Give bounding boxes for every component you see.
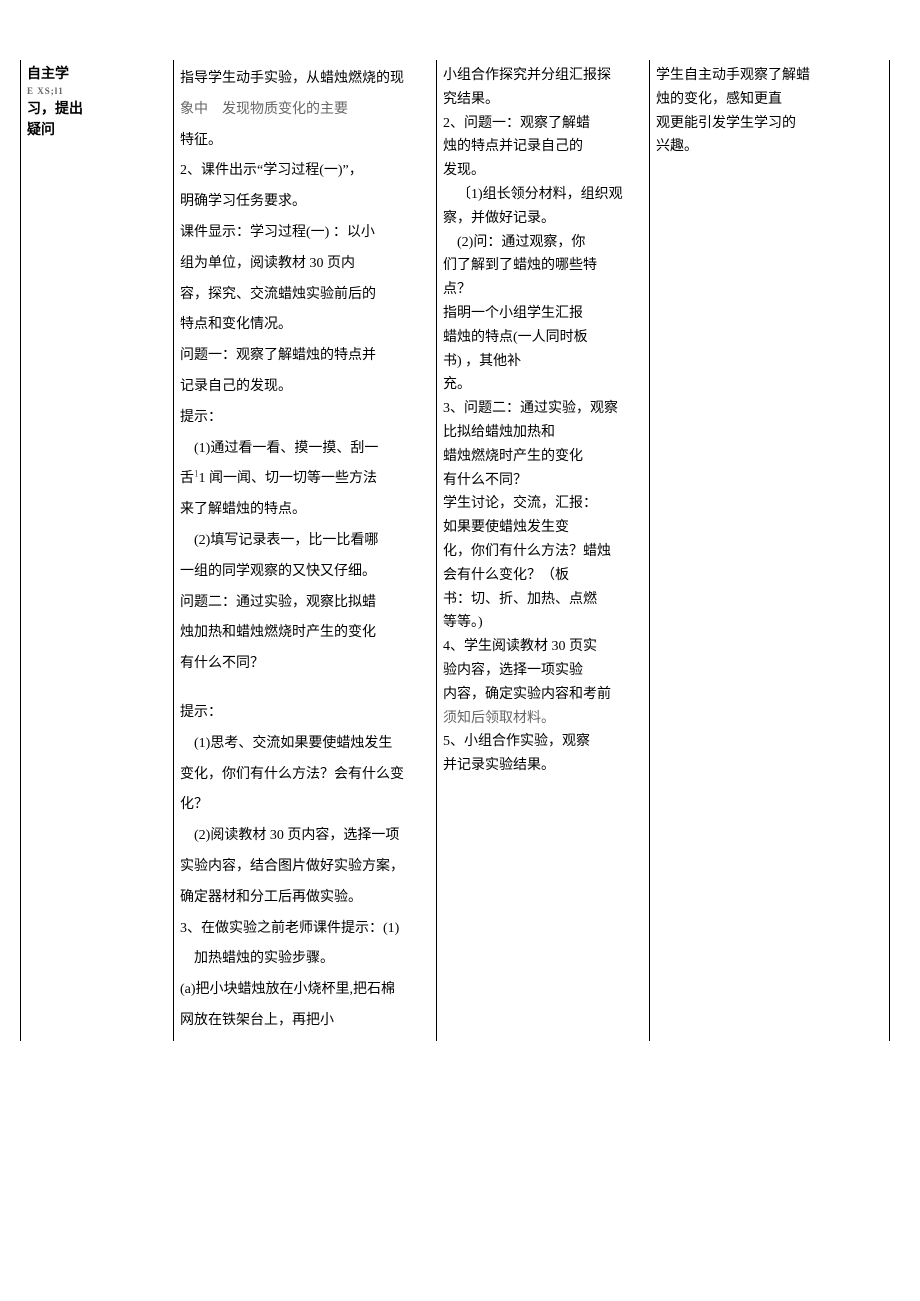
text-line: 3、在做实验之前老师课件提示：(1) [180, 914, 430, 945]
spacer [180, 680, 430, 698]
text-line: 特点和变化情况。 [180, 310, 430, 341]
text-line: 2、问题一：观察了解蜡 [443, 112, 643, 136]
text-line: 变化，你们有什么方法？会有什么变 [180, 760, 430, 791]
student-activity-cell: 小组合作探究并分组汇报探 究结果。 2、问题一：观察了解蜡 烛的特点并记录自己的… [437, 60, 650, 1041]
text-line: 烛的特点并记录自己的 [443, 135, 643, 159]
text-line: 观更能引发学生学习的 [656, 112, 883, 136]
text-line: 小组合作探究并分组汇报探 [443, 64, 643, 88]
text-line: 学生自主动手观察了解蜡 [656, 64, 883, 88]
text-line: 舌11 闻一闻、切一切等一些方法 [180, 464, 430, 495]
text-line: 发现。 [443, 159, 643, 183]
text-line: 课件显示：学习过程(一) ：以小 [180, 218, 430, 249]
text-line: 3、问题二：通过实验，观察 [443, 397, 643, 421]
design-intent-cell: 学生自主动手观察了解蜡 烛的变化，感知更直 观更能引发学生学习的 兴趣。 [650, 60, 890, 1041]
text-line: 2、课件出示“学习过程(一)”， [180, 156, 430, 187]
text-line: (a)把小块蜡烛放在小烧杯里,把石棉 [180, 975, 430, 1006]
text-line: 容，探究、交流蜡烛实验前后的 [180, 280, 430, 311]
text-line: 化？ [180, 790, 430, 821]
text-line: 验内容，选择一项实验 [443, 659, 643, 683]
text-line: 特征。 [180, 126, 430, 157]
text-line: 加热蜡烛的实验步骤。 [180, 944, 430, 975]
text-line: 来了解蜡烛的特点。 [180, 495, 430, 526]
label-line-3: 疑问 [27, 120, 167, 141]
text-line: 书) ，其他补 [443, 350, 643, 374]
text-line: (2)阅读教材 30 页内容，选择一项 [180, 821, 430, 852]
text-line: 烛加热和蜡烛燃烧时产生的变化 [180, 618, 430, 649]
label-tiny-note: E XS;l1 [27, 85, 167, 99]
table-row: 自主学 E XS;l1 习，提出 疑问 指导学生动手实验，从蜡烛燃烧的现 象中 … [21, 60, 890, 1041]
label-line-1: 自主学 [27, 64, 167, 85]
text-line: 明确学习任务要求。 [180, 187, 430, 218]
text-line: 网放在铁架台上，再把小 [180, 1006, 430, 1037]
text-line: 内容，确定实验内容和考前 [443, 683, 643, 707]
text-line: 提示： [180, 403, 430, 434]
document-page: 自主学 E XS;l1 习，提出 疑问 指导学生动手实验，从蜡烛燃烧的现 象中 … [0, 0, 920, 1301]
text-line: 确定器材和分工后再做实验。 [180, 883, 430, 914]
text-line: 烛的变化，感知更直 [656, 88, 883, 112]
text-line: 实验内容，结合图片做好实验方案， [180, 852, 430, 883]
text-line: (2)问：通过观察，你 [443, 231, 643, 255]
text-line: (1)思考、交流如果要使蜡烛发生 [180, 729, 430, 760]
text-line: 等等。) [443, 611, 643, 635]
text-line: 究结果。 [443, 88, 643, 112]
text-line: 5、小组合作实验，观察 [443, 730, 643, 754]
text-line: 如果要使蜡烛发生变 [443, 516, 643, 540]
text-line: 问题二：通过实验，观察比拟蜡 [180, 588, 430, 619]
text-line: 点？ [443, 278, 643, 302]
text-line: 兴趣。 [656, 135, 883, 159]
text-line: 们了解到了蜡烛的哪些特 [443, 254, 643, 278]
text-line: 并记录实验结果。 [443, 754, 643, 778]
text-line: 指明一个小组学生汇报 [443, 302, 643, 326]
text-line: 4、学生阅读教材 30 页实 [443, 635, 643, 659]
text-line: 问题一：观察了解蜡烛的特点并 [180, 341, 430, 372]
text-line-faded: 象中 发现物质变化的主要 [180, 95, 430, 126]
text-line: 〔1)组长领分材料，组织观 [443, 183, 643, 207]
text-line-faded: 须知后领取材料。 [443, 707, 643, 731]
text-line: 充。 [443, 373, 643, 397]
text-fragment: 1 闻一闻、切一切等一些方法 [199, 471, 378, 486]
text-line: (2)填写记录表一，比一比看哪 [180, 526, 430, 557]
section-label-cell: 自主学 E XS;l1 习，提出 疑问 [21, 60, 174, 1041]
text-line: 化，你们有什么方法？蜡烛 [443, 540, 643, 564]
text-line: 比拟给蜡烛加热和 [443, 421, 643, 445]
text-line: 有什么不同？ [180, 649, 430, 680]
text-line: 蜡烛燃烧时产生的变化 [443, 445, 643, 469]
text-line: 会有什么变化？（板 [443, 564, 643, 588]
lesson-plan-table: 自主学 E XS;l1 习，提出 疑问 指导学生动手实验，从蜡烛燃烧的现 象中 … [20, 60, 890, 1041]
label-line-2: 习，提出 [27, 99, 167, 120]
text-line: 察，并做好记录。 [443, 207, 643, 231]
text-line: 指导学生动手实验，从蜡烛燃烧的现 [180, 64, 430, 95]
text-fragment: 舌 [180, 471, 194, 486]
text-line: 蜡烛的特点(一人同时板 [443, 326, 643, 350]
text-line: (1)通过看一看、摸一摸、刮一 [180, 434, 430, 465]
text-line: 学生讨论，交流，汇报： [443, 492, 643, 516]
text-line: 一组的同学观察的又快又仔细。 [180, 557, 430, 588]
text-line: 书：切、折、加热、点燃 [443, 588, 643, 612]
text-line: 提示： [180, 698, 430, 729]
teacher-activity-cell: 指导学生动手实验，从蜡烛燃烧的现 象中 发现物质变化的主要 特征。 2、课件出示… [174, 60, 437, 1041]
text-line: 组为单位，阅读教材 30 页内 [180, 249, 430, 280]
text-line: 有什么不同？ [443, 469, 643, 493]
text-line: 记录自己的发现。 [180, 372, 430, 403]
